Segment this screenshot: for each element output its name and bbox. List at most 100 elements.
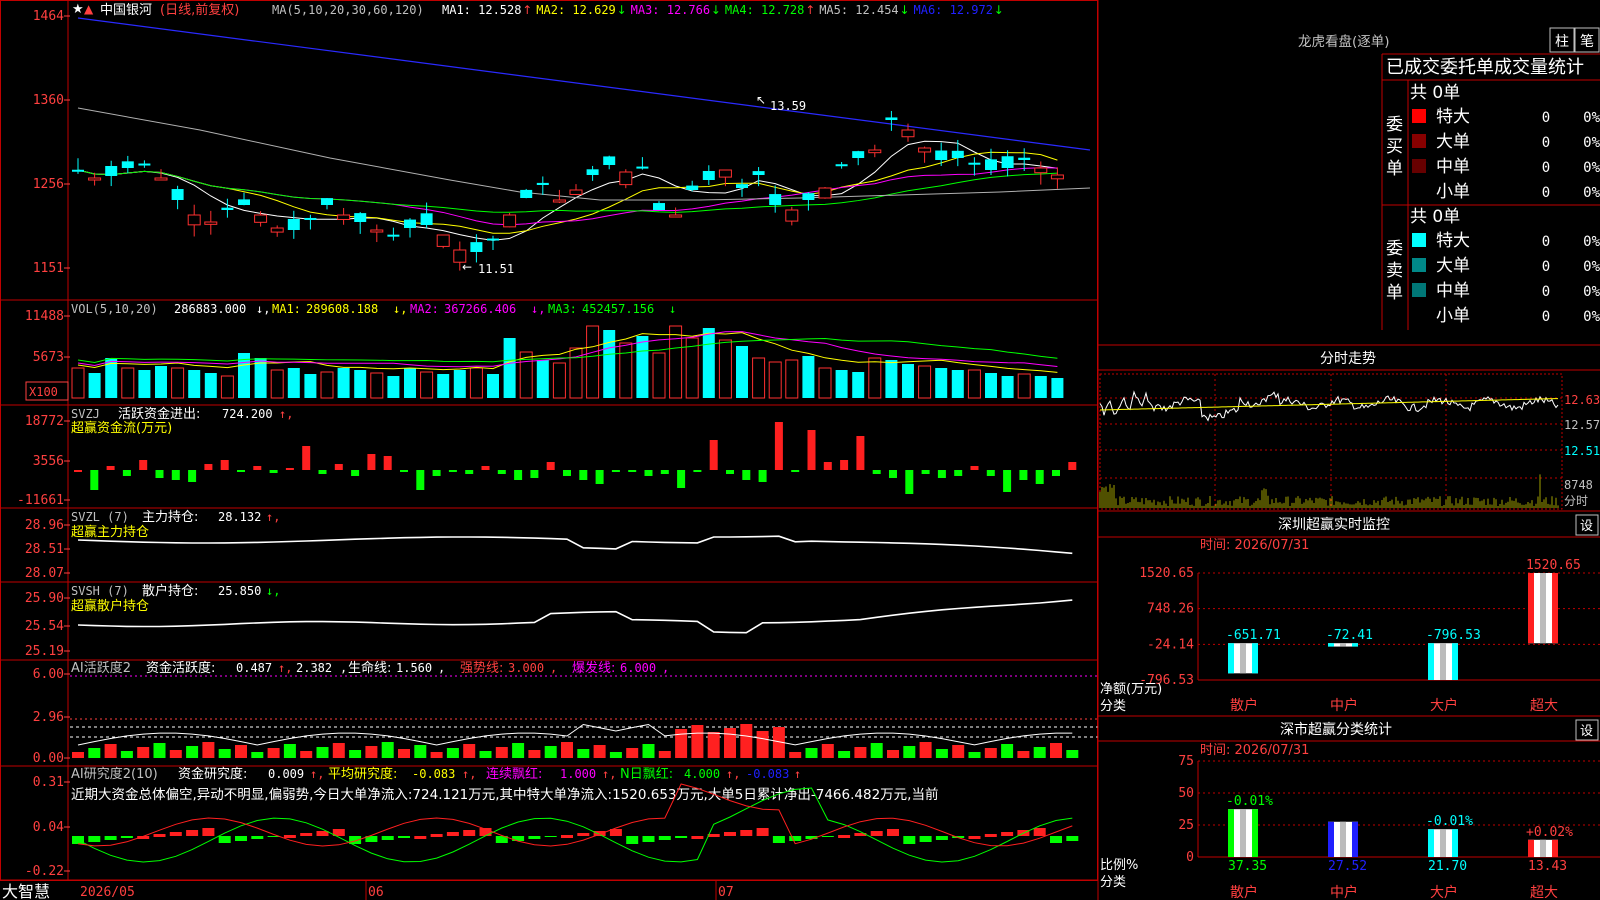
bar-value: 21.70 [1428,859,1467,874]
svg-text:12.57: 12.57 [1564,418,1600,432]
svg-text:超赢散户持仓: 超赢散户持仓 [71,598,149,614]
row-pct: 0% [1583,309,1600,325]
buy-rows: 特大 0 0% 大单 0 0% 中单 0 0% 小单 0 0% [1412,107,1600,202]
svg-text:,: , [340,661,347,675]
bar-center [1240,809,1246,857]
sell-rows: 特大 0 0% 大单 0 0% 中单 0 0% 小单 0 0% [1412,231,1600,326]
svg-text:超赢资金流(万元): 超赢资金流(万元) [71,420,172,436]
svg-text:289608.188: 289608.188 [306,302,378,316]
date-axis: 大智慧 2026/05 06 07 [2,880,734,900]
row-label: 特大 [1436,107,1470,127]
category-label: 散户 [1230,884,1258,900]
category-label: 大户 [1430,697,1458,714]
volume-unit: X100 [29,385,58,399]
svzl-chart [77,535,1073,555]
category-label: 散户 [1230,697,1258,714]
monitor-chart: 1520.65 748.26 -24.14 -796.53 -651.71 散户 -72.4… [1139,558,1600,714]
ai-research-legend: AI研究度2(10) 资金研究度: 0.009 ↑, 平均研究度: -0.083… [71,766,938,803]
bar-edge [1428,643,1434,680]
svg-text:SVZJ: SVZJ [71,407,100,421]
main-canvas[interactable]: ★ ▲ 中国银河 (日线,前复权) MA(5,10,20,30,60,120) … [0,0,1600,900]
row-label: 特大 [1436,231,1470,251]
svg-text:4.000: 4.000 [684,767,720,781]
bar-value-label: -0.01% [1226,794,1273,809]
axis-label: 0 [1186,850,1194,865]
stats-title: 已成交委托单成交量统计 [1386,57,1584,78]
sell-side-label: 委卖单 [1386,239,1403,303]
bar-edge [1528,573,1534,644]
category-label: 中户 [1330,884,1358,900]
category-label: 大户 [1430,884,1458,900]
svsh-axis: 25.90 25.54 25.19 [25,591,70,659]
axis-label: 1256 [33,177,64,192]
row-pct: 0% [1583,259,1600,275]
legend-swatch [1412,258,1426,272]
svg-text:0.009: 0.009 [268,767,304,781]
bar-center [1540,839,1546,857]
bar-value-label: -796.53 [1426,628,1481,643]
axis-label: 6.00 [33,667,64,682]
price-axis: 1464 1360 1256 1151 [33,9,70,276]
classify-time: 时间: 2026/07/31 [1200,743,1309,758]
classify-chart: 75 50 25 0 -0.01% 散户 37.35 中户 27.52 -0.01% 大户 21.70… [1178,754,1600,900]
svg-text:单: 单 [1386,159,1403,179]
axis-label: 25.19 [25,644,64,659]
svg-text:连续飘红:: 连续飘红: [486,766,542,782]
row-label: 大单 [1436,132,1470,152]
svg-text:净额(万元): 净额(万元) [1100,682,1162,697]
bar-edge [1528,839,1534,857]
svzl-legend: SVZL (7) 主力持仓: 28.132 ↑, 超赢主力持仓 [71,510,280,540]
intraday-chart [1099,390,1559,508]
row-pct: 0% [1583,160,1600,176]
svg-text:↓: ↓ [669,302,676,316]
svg-text:←: ← [462,260,472,274]
svzj-chart [74,422,1077,494]
category-label: 中户 [1330,697,1358,714]
brand-logo: 大智慧 [2,882,50,900]
svg-text:爆发线:: 爆发线: [572,660,615,676]
svg-text:367266.406: 367266.406 [444,302,516,316]
axis-label: 25 [1178,818,1194,833]
axis-label: 11488 [25,309,64,324]
stock-name: 中国银河 [100,3,152,18]
svg-text:SVSH (7): SVSH (7) [71,584,129,598]
svg-text:452457.156: 452457.156 [582,302,654,316]
bar-edge [1552,839,1558,857]
svg-text:2.382: 2.382 [296,661,332,675]
svg-text:12.63: 12.63 [1564,393,1600,407]
svg-text:↖: ↖ [756,93,766,107]
svg-text:,: , [438,661,445,675]
ai-active-axis: 6.00 2.96 0.00 [33,667,70,766]
svg-text:委: 委 [1386,239,1403,259]
buy-total: 共 0单 [1410,83,1460,103]
axis-label: 5673 [33,350,64,365]
stock-period: (日线,前复权) [160,2,239,18]
svg-text:单: 单 [1386,283,1403,303]
svg-text:柱: 柱 [1555,34,1569,50]
svsh-legend: SVSH (7) 散户持仓: 25.850 ↓, 超赢散户持仓 [71,583,280,614]
ma-item-4: MA4: 12.728 [725,3,804,17]
svg-text:↓,: ↓, [393,302,407,316]
ma-arrow: ↑ [522,3,532,17]
volume-legend: VOL(5,10,20) 286883.000 ↓, MA1: 289608.1… [71,302,676,316]
ma-item-2: MA2: 12.629 [536,3,615,17]
svg-text:平均研究度:: 平均研究度: [328,766,397,782]
svg-text:MA3:: MA3: [548,302,577,316]
axis-label: 3556 [33,454,64,469]
axis-label: 748.26 [1147,602,1194,617]
axis-label: 1464 [33,9,64,24]
axis-label: 75 [1178,754,1194,769]
bar-value: 37.35 [1228,859,1267,874]
svg-text:↑,: ↑, [726,767,740,781]
legend-swatch [1412,159,1426,173]
bar-edge [1452,643,1458,680]
classify-title: 深市超赢分类统计 [1280,721,1392,738]
bar-edge [1328,821,1334,857]
svg-text:07: 07 [718,885,734,900]
legend-swatch [1412,283,1426,297]
bar-center [1540,573,1546,644]
svg-text:↑,: ↑, [279,407,293,421]
row-count: 0 [1542,309,1550,325]
row-pct: 0% [1583,110,1600,126]
svg-text:28.132: 28.132 [218,510,261,524]
